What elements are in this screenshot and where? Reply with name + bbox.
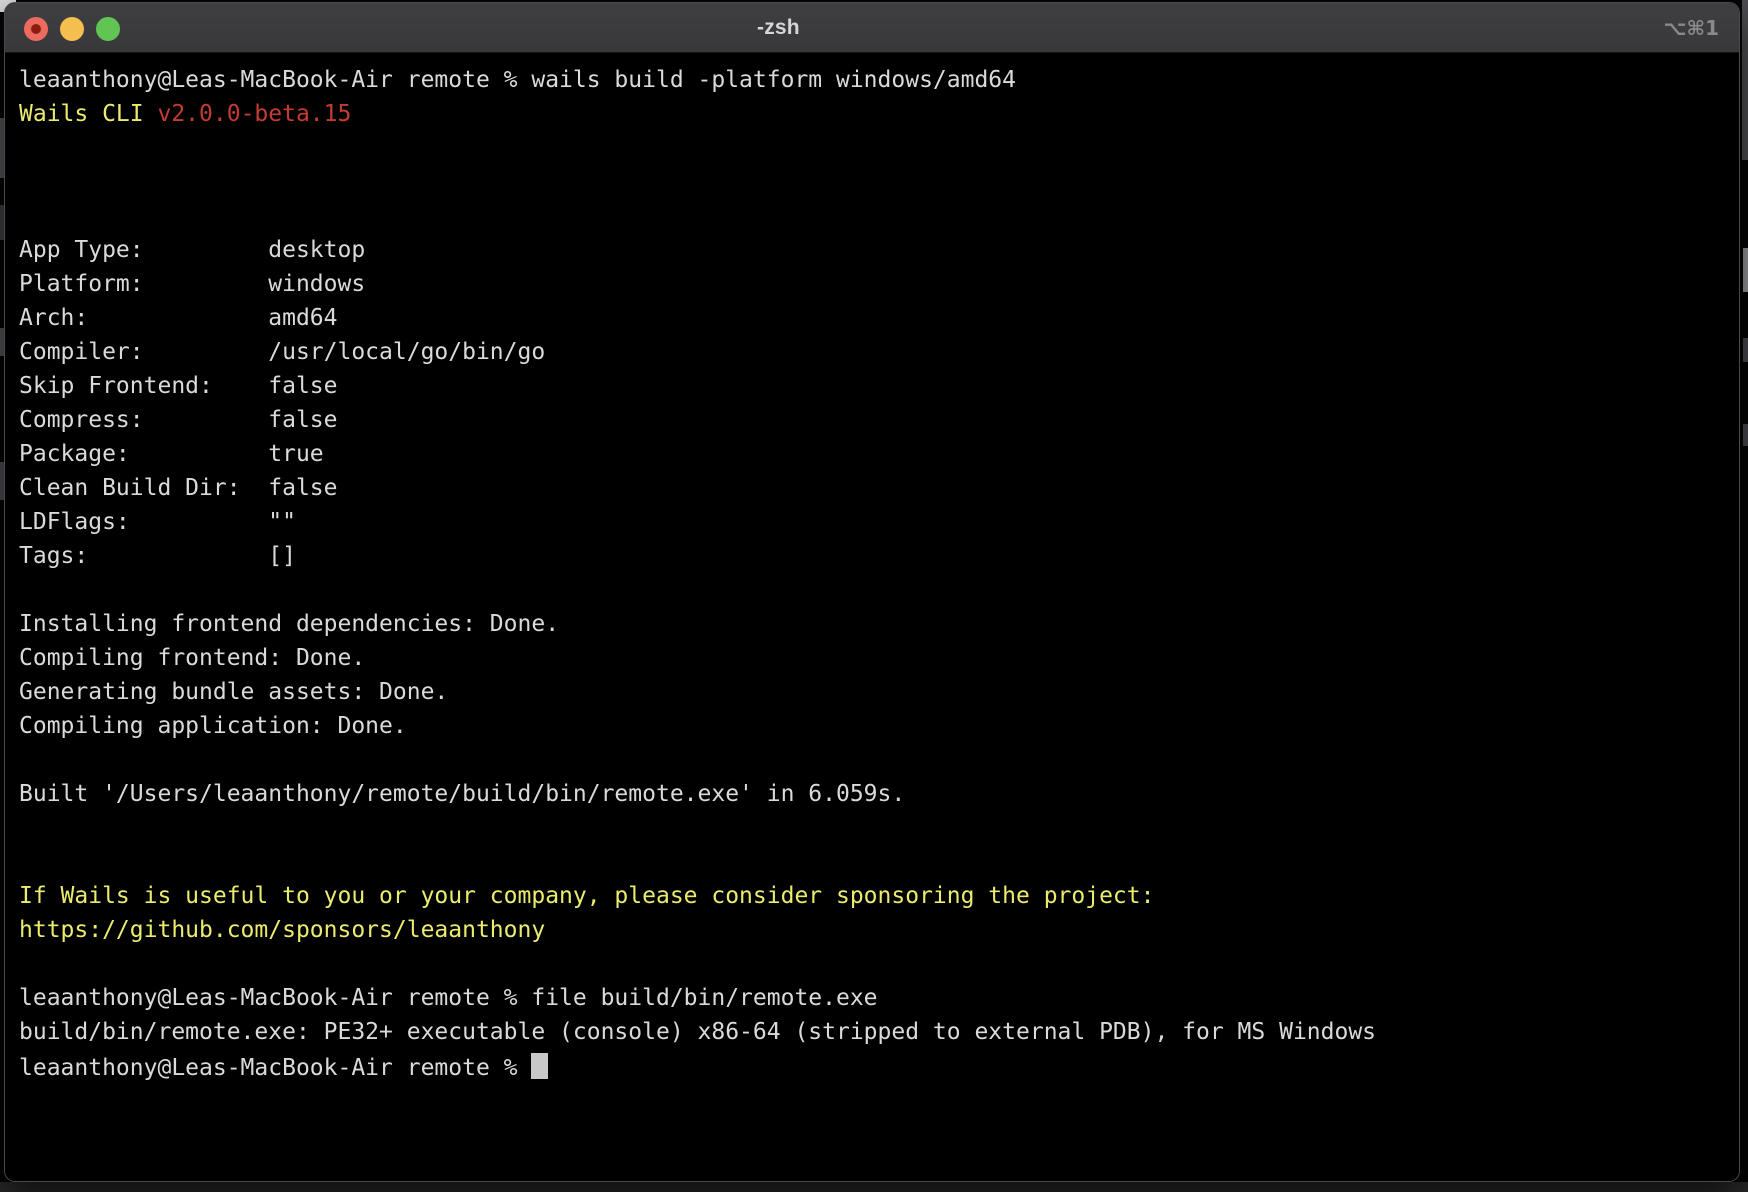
terminal-text: Tags: [] xyxy=(19,543,296,569)
terminal-line: Installing frontend dependencies: Done. xyxy=(19,607,1739,641)
terminal-text: Compress: false xyxy=(19,407,338,433)
terminal-output[interactable]: leaanthony@Leas-MacBook-Air remote % wai… xyxy=(5,53,1739,1083)
terminal-line: leaanthony@Leas-MacBook-Air remote % xyxy=(19,1049,1739,1083)
terminal-line xyxy=(19,573,1739,607)
terminal-line xyxy=(19,131,1739,165)
terminal-line: Compiler: /usr/local/go/bin/go xyxy=(19,335,1739,369)
zoom-button[interactable] xyxy=(96,17,120,41)
terminal-text: Clean Build Dir: false xyxy=(19,475,338,501)
terminal-text: leaanthony@Leas-MacBook-Air remote % wai… xyxy=(19,67,1016,93)
terminal-line: Tags: [] xyxy=(19,539,1739,573)
terminal-line: Compress: false xyxy=(19,403,1739,437)
terminal-cursor xyxy=(531,1053,548,1079)
terminal-line: leaanthony@Leas-MacBook-Air remote % wai… xyxy=(19,63,1739,97)
background-window-fragment xyxy=(1742,0,1748,160)
terminal-line: https://github.com/sponsors/leaanthony xyxy=(19,913,1739,947)
terminal-line xyxy=(19,811,1739,845)
terminal-line: Wails CLI v2.0.0-beta.15 xyxy=(19,97,1739,131)
terminal-line: build/bin/remote.exe: PE32+ executable (… xyxy=(19,1015,1739,1049)
terminal-line: Built '/Users/leaanthony/remote/build/bi… xyxy=(19,777,1739,811)
terminal-text: Compiling frontend: Done. xyxy=(19,645,365,671)
window-title: -zsh xyxy=(757,3,800,53)
tab-shortcut-label: ⌥⌘1 xyxy=(1663,3,1719,53)
terminal-window: -zsh ⌥⌘1 leaanthony@Leas-MacBook-Air rem… xyxy=(4,2,1740,1182)
background-window-fragment xyxy=(1743,338,1748,362)
terminal-text: LDFlags: "" xyxy=(19,509,296,535)
terminal-text: leaanthony@Leas-MacBook-Air remote % fil… xyxy=(19,985,878,1011)
terminal-line: If Wails is useful to you or your compan… xyxy=(19,879,1739,913)
terminal-text: Platform: windows xyxy=(19,271,365,297)
terminal-line: Clean Build Dir: false xyxy=(19,471,1739,505)
terminal-line: Package: true xyxy=(19,437,1739,471)
terminal-text: Package: true xyxy=(19,441,324,467)
terminal-text: Arch: amd64 xyxy=(19,305,338,331)
terminal-text: Generating bundle assets: Done. xyxy=(19,679,448,705)
terminal-text: Built '/Users/leaanthony/remote/build/bi… xyxy=(19,781,905,807)
terminal-text: v2.0.0-beta.15 xyxy=(157,101,351,127)
terminal-line xyxy=(19,845,1739,879)
terminal-line: Compiling application: Done. xyxy=(19,709,1739,743)
traffic-lights xyxy=(24,17,120,41)
terminal-text: build/bin/remote.exe: PE32+ executable (… xyxy=(19,1019,1376,1045)
terminal-text: Wails CLI xyxy=(19,101,157,127)
terminal-line xyxy=(19,199,1739,233)
terminal-text: Compiling application: Done. xyxy=(19,713,407,739)
terminal-line: Generating bundle assets: Done. xyxy=(19,675,1739,709)
terminal-text: If Wails is useful to you or your compan… xyxy=(19,883,1154,909)
terminal-text: leaanthony@Leas-MacBook-Air remote % xyxy=(19,1055,531,1081)
terminal-line: Compiling frontend: Done. xyxy=(19,641,1739,675)
terminal-line xyxy=(19,165,1739,199)
background-window-fragment xyxy=(1743,424,1748,446)
background-window-fragment xyxy=(0,1182,1748,1192)
terminal-text: Installing frontend dependencies: Done. xyxy=(19,611,559,637)
terminal-text: https://github.com/sponsors/leaanthony xyxy=(19,917,545,943)
background-window-fragment xyxy=(1743,248,1748,292)
terminal-line xyxy=(19,743,1739,777)
terminal-text: App Type: desktop xyxy=(19,237,365,263)
terminal-text: Compiler: /usr/local/go/bin/go xyxy=(19,339,545,365)
close-button[interactable] xyxy=(24,17,48,41)
terminal-line: Platform: windows xyxy=(19,267,1739,301)
terminal-line xyxy=(19,947,1739,981)
terminal-line: LDFlags: "" xyxy=(19,505,1739,539)
window-titlebar[interactable]: -zsh ⌥⌘1 xyxy=(5,3,1739,53)
terminal-line: Arch: amd64 xyxy=(19,301,1739,335)
terminal-line: Skip Frontend: false xyxy=(19,369,1739,403)
terminal-line: leaanthony@Leas-MacBook-Air remote % fil… xyxy=(19,981,1739,1015)
terminal-text: Skip Frontend: false xyxy=(19,373,338,399)
terminal-line: App Type: desktop xyxy=(19,233,1739,267)
minimize-button[interactable] xyxy=(60,17,84,41)
